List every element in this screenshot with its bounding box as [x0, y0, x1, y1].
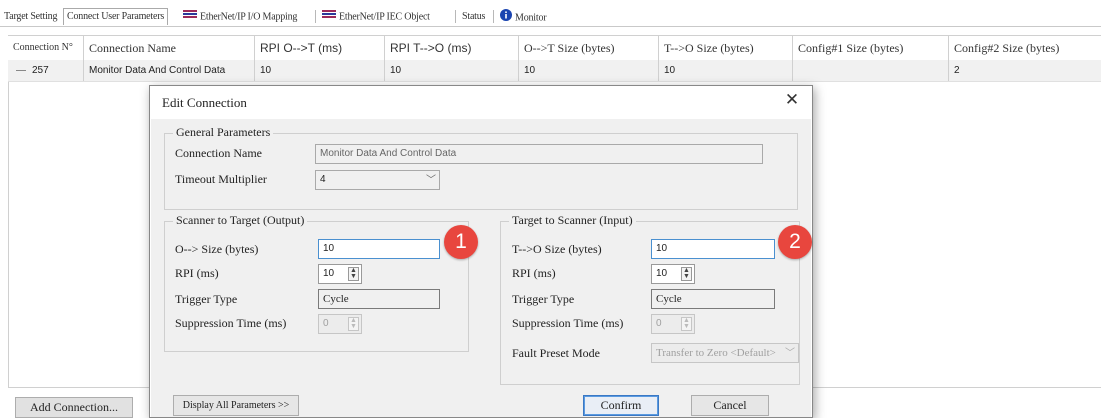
tab-separator [455, 10, 456, 23]
column-header[interactable]: Config#1 Size (bytes) [793, 36, 949, 60]
connection-name-label: Connection Name [175, 146, 262, 160]
column-header[interactable]: Connection N° [8, 36, 84, 60]
display-all-parameters-button[interactable]: Display All Parameters >> [173, 395, 299, 416]
annotation-marker: 1 [444, 225, 478, 259]
chevron-down-icon: ﹀ [426, 175, 436, 186]
tab-ethernetip-io-mapping[interactable]: EtherNet/IP I/O Mapping [183, 9, 297, 25]
table-header: Connection N° Connection Name RPI O-->T … [8, 35, 1101, 61]
general-parameters-group: General Parameters Connection Name Monit… [164, 125, 798, 210]
output-rpi-label: RPI (ms) [175, 266, 219, 280]
table-cell: 10 [385, 60, 519, 81]
cancel-button[interactable]: Cancel [691, 395, 769, 416]
timeout-multiplier-label: Timeout Multiplier [175, 172, 267, 186]
tab-ethernetip-iec-object[interactable]: EtherNet/IP IEC Object [322, 9, 430, 25]
column-header[interactable]: O-->T Size (bytes) [519, 36, 659, 60]
input-size-input[interactable]: 10 [651, 239, 775, 259]
spin-arrows-icon[interactable]: ▲ ▼ [681, 267, 692, 281]
input-size-label: T-->O Size (bytes) [512, 242, 602, 256]
table-cell: 10 [519, 60, 659, 81]
spin-arrows-icon: ▲ ▼ [348, 317, 359, 331]
table-cell: 257 [8, 60, 84, 81]
spin-arrows-icon: ▲ ▼ [681, 317, 692, 331]
output-suppression-stepper: 0 ▲ ▼ [318, 314, 362, 334]
column-header[interactable]: Config#2 Size (bytes) [949, 36, 1101, 60]
info-icon [500, 9, 512, 27]
fault-preset-mode-label: Fault Preset Mode [512, 346, 600, 360]
output-size-input[interactable]: 10 [318, 239, 440, 259]
group-legend: Target to Scanner (Input) [509, 213, 636, 228]
dialog-body: General Parameters Connection Name Monit… [151, 119, 811, 417]
input-suppression-stepper: 0 ▲ ▼ [651, 314, 695, 334]
confirm-button[interactable]: Confirm [583, 395, 659, 416]
output-suppression-label: Suppression Time (ms) [175, 316, 287, 330]
output-rpi-stepper[interactable]: 10 ▲ ▼ [318, 264, 362, 284]
tab-connect-user-parameters[interactable]: Connect User Parameters [63, 8, 169, 25]
column-header[interactable]: RPI T-->O (ms) [385, 36, 519, 60]
column-header[interactable]: RPI O-->T (ms) [255, 36, 385, 60]
output-trigger-field[interactable]: Cycle [318, 289, 440, 309]
input-suppression-label: Suppression Time (ms) [512, 316, 624, 330]
column-header[interactable]: Connection Name [84, 36, 255, 60]
table-cell: Monitor Data And Control Data [84, 60, 255, 81]
connection-name-field[interactable]: Monitor Data And Control Data [315, 144, 763, 164]
tab-bar: Target Setting Connect User Parameters E… [0, 0, 1101, 30]
tab-status[interactable]: Status [462, 9, 485, 25]
add-connection-button[interactable]: Add Connection... [15, 397, 133, 418]
group-legend: Scanner to Target (Output) [173, 213, 308, 228]
scanner-to-target-group: Scanner to Target (Output) O--> Size (by… [164, 213, 469, 352]
output-size-label: O--> Size (bytes) [175, 242, 259, 256]
annotation-marker: 2 [778, 225, 812, 259]
output-trigger-label: Trigger Type [175, 292, 238, 306]
edit-connection-dialog: Edit Connection ✕ General Parameters Con… [149, 85, 813, 418]
table-cell: 10 [659, 60, 793, 81]
fault-preset-mode-select: Transfer to Zero <Default> ﹀ [651, 343, 799, 363]
spin-arrows-icon[interactable]: ▲ ▼ [348, 267, 359, 281]
input-trigger-label: Trigger Type [512, 292, 575, 306]
input-trigger-field[interactable]: Cycle [651, 289, 775, 309]
column-header[interactable]: T-->O Size (bytes) [659, 36, 793, 60]
chevron-down-icon: ﹀ [785, 348, 795, 359]
tab-separator [493, 10, 494, 23]
network-icon [183, 9, 197, 25]
target-to-scanner-group: Target to Scanner (Input) T-->O Size (by… [500, 213, 800, 385]
tab-target-setting[interactable]: Target Setting [4, 9, 57, 25]
table-cell [793, 60, 949, 81]
input-rpi-label: RPI (ms) [512, 266, 556, 280]
dialog-title: Edit Connection [162, 95, 247, 110]
table-row[interactable]: 257 Monitor Data And Control Data 10 10 … [8, 60, 1101, 82]
tab-monitor[interactable]: Monitor [500, 9, 547, 27]
network-icon [322, 9, 336, 25]
table-cell: 10 [255, 60, 385, 81]
table-cell: 2 [954, 65, 960, 76]
input-rpi-stepper[interactable]: 10 ▲ ▼ [651, 264, 695, 284]
group-legend: General Parameters [173, 125, 274, 140]
tab-underline [0, 26, 1101, 27]
tab-separator [315, 10, 316, 23]
close-icon[interactable]: ✕ [780, 89, 804, 111]
timeout-multiplier-select[interactable]: 4 ﹀ [315, 170, 440, 190]
